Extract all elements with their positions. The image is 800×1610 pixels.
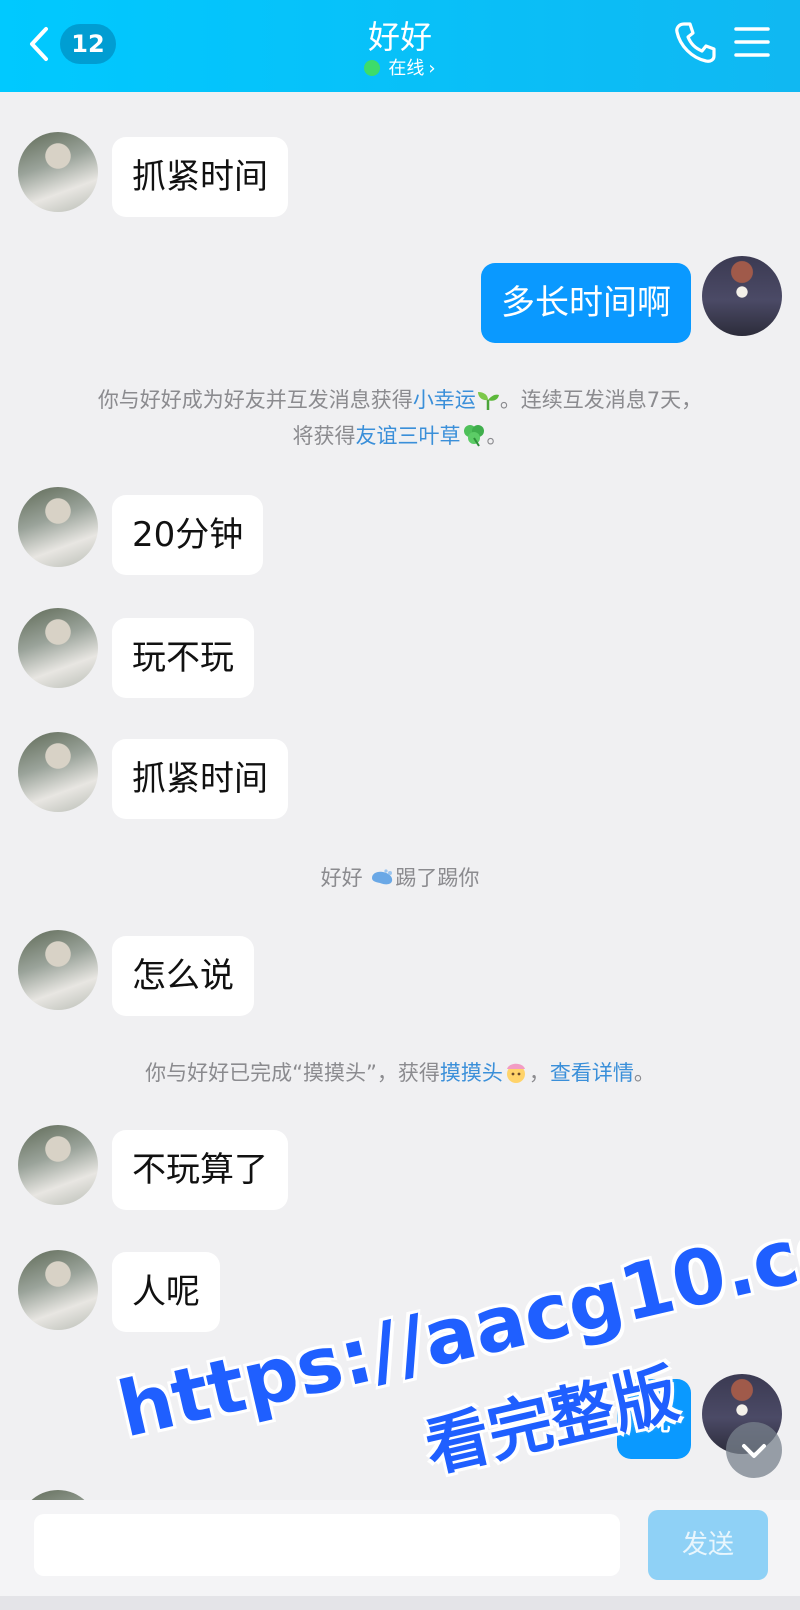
back-button[interactable]: 12 bbox=[18, 18, 118, 68]
friend-avatar[interactable] bbox=[18, 487, 98, 567]
pat-head-icon bbox=[506, 1063, 525, 1083]
online-dot bbox=[364, 60, 381, 76]
link-little-luck[interactable]: 小幸运 bbox=[413, 388, 476, 412]
input-bar: 发送 bbox=[0, 1500, 800, 1610]
message-bubble[interactable]: 20分钟 bbox=[112, 495, 264, 575]
message-bubble-own[interactable]: 多长时间啊 bbox=[481, 263, 691, 343]
chat-title: 好好 bbox=[367, 18, 432, 56]
chevron-right-icon: › bbox=[428, 58, 436, 79]
clover-icon bbox=[463, 425, 484, 447]
friend-avatar[interactable] bbox=[18, 132, 98, 212]
message-bubble[interactable]: 怎么说 bbox=[112, 936, 254, 1016]
foot-icon bbox=[372, 869, 393, 885]
message-input[interactable] bbox=[34, 1514, 620, 1576]
chat-header: 12 好好 在线 › bbox=[0, 0, 800, 92]
message-bubble[interactable]: 玩不玩 bbox=[112, 618, 254, 698]
sprout-icon bbox=[477, 392, 499, 410]
friend-avatar[interactable] bbox=[18, 1250, 98, 1330]
link-view-details[interactable]: 查看详情 bbox=[550, 1061, 634, 1085]
message-bubble[interactable]: 人呢 bbox=[112, 1252, 220, 1332]
friend-avatar[interactable] bbox=[18, 930, 98, 1010]
pat-notice: 你与好好已完成“摸摸头”，获得摸摸头 ，查看详情。 bbox=[145, 1061, 655, 1085]
friend-avatar[interactable] bbox=[18, 1125, 98, 1205]
bottom-toolbar-strip bbox=[0, 1596, 800, 1610]
friend-avatar[interactable] bbox=[18, 608, 98, 688]
scroll-to-bottom-button[interactable] bbox=[726, 1422, 782, 1478]
message-bubble[interactable]: 抓紧时间 bbox=[112, 739, 288, 819]
online-status[interactable]: 在线 › bbox=[330, 54, 470, 80]
message-bubble[interactable]: 抓紧时间 bbox=[112, 137, 288, 217]
phone-icon[interactable] bbox=[672, 20, 718, 66]
message-bubble[interactable]: 不玩算了 bbox=[112, 1130, 288, 1210]
send-button[interactable]: 发送 bbox=[648, 1510, 768, 1580]
friend-avatar[interactable] bbox=[18, 732, 98, 812]
link-friendship-clover[interactable]: 友谊三叶草 bbox=[356, 424, 461, 448]
chevron-down-icon bbox=[742, 1444, 766, 1458]
friend-notice: 你与好好成为好友并互发消息获得小幸运 。连续互发消息7天， 将获得友谊三叶草。 bbox=[97, 388, 703, 448]
unread-badge: 12 bbox=[60, 24, 116, 64]
menu-icon[interactable] bbox=[734, 24, 770, 60]
chevron-left-icon bbox=[30, 27, 48, 61]
kick-notice: 好好 踢了踢你 bbox=[320, 866, 480, 890]
link-pat-head[interactable]: 摸摸头 bbox=[440, 1061, 503, 1085]
message-bubble-own[interactable]: 玩 bbox=[617, 1379, 691, 1459]
my-avatar[interactable] bbox=[702, 256, 782, 336]
status-label: 在线 bbox=[388, 58, 425, 79]
